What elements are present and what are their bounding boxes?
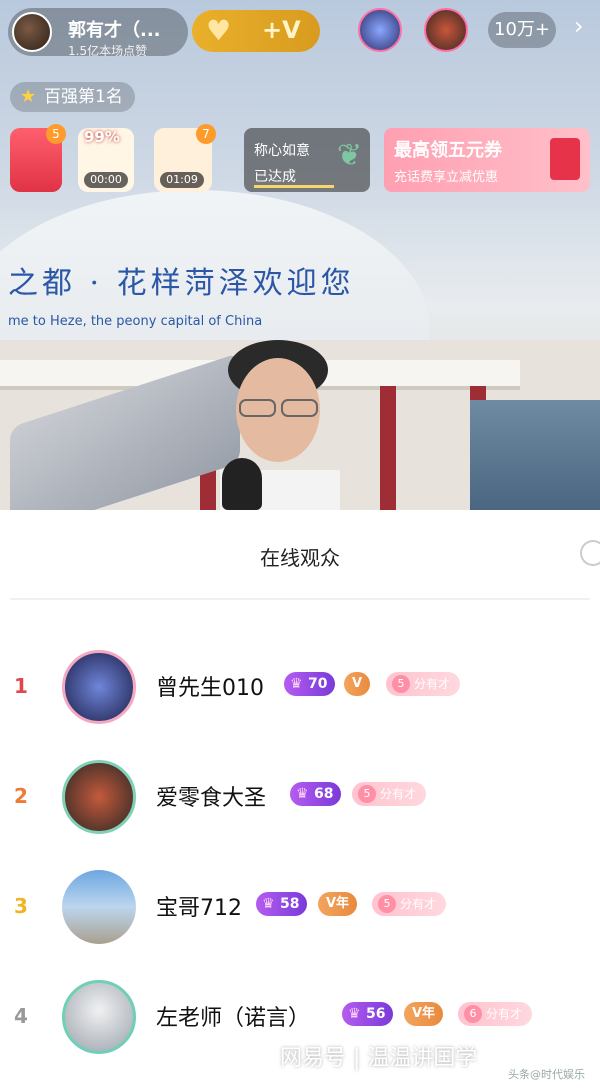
user-name[interactable]: 爱零食大圣 <box>156 780 266 812</box>
fan-club-badge: 5 分有才 <box>386 672 461 696</box>
watermark: 网易号 | 温温讲国学 <box>280 1046 478 1071</box>
panel-title: 在线观众 <box>260 546 340 570</box>
vip-badge: V年 <box>404 1002 444 1026</box>
pillar <box>380 386 396 510</box>
user-name[interactable]: 左老师（诺言） <box>156 1000 310 1032</box>
microphone <box>222 458 262 510</box>
crown-icon: ♛ <box>262 896 275 912</box>
rank-number: 4 <box>14 1004 28 1028</box>
close-icon[interactable]: › <box>574 12 584 40</box>
treasure-box-widget[interactable]: 7 01:09 <box>154 124 216 192</box>
join-vip-label: +V <box>262 16 301 44</box>
glass-facade <box>470 400 600 510</box>
user-name[interactable]: 曾先生010 <box>156 670 264 702</box>
user-avatar[interactable] <box>62 650 136 724</box>
coupon-title: 最高领五元券 <box>394 140 502 161</box>
audience-row[interactable]: 3 宝哥712 ♛ 58 V年 5 分有才 <box>0 860 600 960</box>
host-profile-chip[interactable]: 郭有才（... 1.5亿本场点赞 <box>8 8 188 58</box>
coupon-banner[interactable]: 最高领五元券 充话费享立减优惠 <box>384 128 590 192</box>
online-audience-panel: 在线观众 1 曾先生010 ♛ 70 V 5 分有才 2 爱零食大圣 ♛ 68 5 分有… <box>0 510 600 1092</box>
star-icon: ★ <box>20 86 37 107</box>
host-likes: 1.5亿本场点赞 <box>68 44 148 58</box>
count-badge: 7 <box>196 124 216 144</box>
rank-number: 2 <box>14 784 28 808</box>
welcome-sign-english: me to Heze, the peony capital of China <box>8 314 263 329</box>
coupon-subtitle: 充话费享立减优惠 <box>394 170 499 185</box>
fan-club-badge: 5 分有才 <box>372 892 447 916</box>
crown-icon: ♛ <box>348 1006 361 1022</box>
user-name[interactable]: 宝哥712 <box>156 890 242 922</box>
lucky-bag-widget[interactable]: 99% 00:00 <box>78 128 134 192</box>
host-name: 郭有才（... <box>68 20 161 41</box>
user-level-badge: ♛ 56 <box>342 1002 394 1026</box>
rank-label: 百强第1名 <box>44 87 123 107</box>
red-envelope-icon <box>550 138 580 180</box>
refresh-icon[interactable] <box>580 540 600 566</box>
watermark-sub: 头条@时代娱乐 <box>508 1068 585 1081</box>
countdown-timer: 01:09 <box>160 172 204 188</box>
wish-title: 称心如意 <box>254 143 310 159</box>
user-level-badge: ♛ 70 <box>284 672 336 696</box>
fan-club-badge: 6 分有才 <box>458 1002 533 1026</box>
viewer-count[interactable]: 10万+ <box>488 12 556 48</box>
audience-row[interactable]: 1 曾先生010 ♛ 70 V 5 分有才 <box>0 640 600 740</box>
progress-percent: 99% <box>84 128 120 146</box>
crown-icon: ♛ <box>290 676 303 692</box>
count-badge: 5 <box>46 124 66 144</box>
red-envelope-widget[interactable]: 5 <box>10 124 66 192</box>
vip-badge: V <box>344 672 371 696</box>
ruyi-icon: ❦ <box>336 138 362 173</box>
user-avatar[interactable] <box>62 870 136 944</box>
rank-number: 1 <box>14 674 28 698</box>
hourly-rank-badge[interactable]: ★ 百强第1名 <box>10 82 135 112</box>
host-avatar[interactable] <box>12 12 52 52</box>
user-avatar[interactable] <box>62 980 136 1054</box>
wish-task-widget[interactable]: 称心如意 已达成 ❦ <box>244 128 370 192</box>
viewer-avatar[interactable] <box>424 8 468 52</box>
rank-number: 3 <box>14 894 28 918</box>
fan-club-badge: 5 分有才 <box>352 782 427 806</box>
audience-row[interactable]: 2 爱零食大圣 ♛ 68 5 分有才 <box>0 750 600 850</box>
vip-badge: V年 <box>318 892 358 916</box>
user-level-badge: ♛ 68 <box>290 782 342 806</box>
wish-progress-bar <box>254 185 334 188</box>
user-level-badge: ♛ 58 <box>256 892 308 916</box>
crown-icon: ♛ <box>296 786 309 802</box>
wish-status: 已达成 <box>254 169 296 185</box>
heart-icon: ♥ <box>206 14 232 47</box>
divider <box>10 598 590 600</box>
live-stream-video[interactable]: 之都 · 花样菏泽欢迎您 me to Heze, the peony capit… <box>0 0 600 510</box>
countdown-timer: 00:00 <box>84 172 128 188</box>
user-avatar[interactable] <box>62 760 136 834</box>
live-topbar: 郭有才（... 1.5亿本场点赞 ♥ +V 10万+ › <box>0 0 600 62</box>
welcome-sign-chinese: 之都 · 花样菏泽欢迎您 <box>8 266 355 301</box>
fan-club-button[interactable]: ♥ +V <box>192 10 320 52</box>
viewer-avatar[interactable] <box>358 8 402 52</box>
